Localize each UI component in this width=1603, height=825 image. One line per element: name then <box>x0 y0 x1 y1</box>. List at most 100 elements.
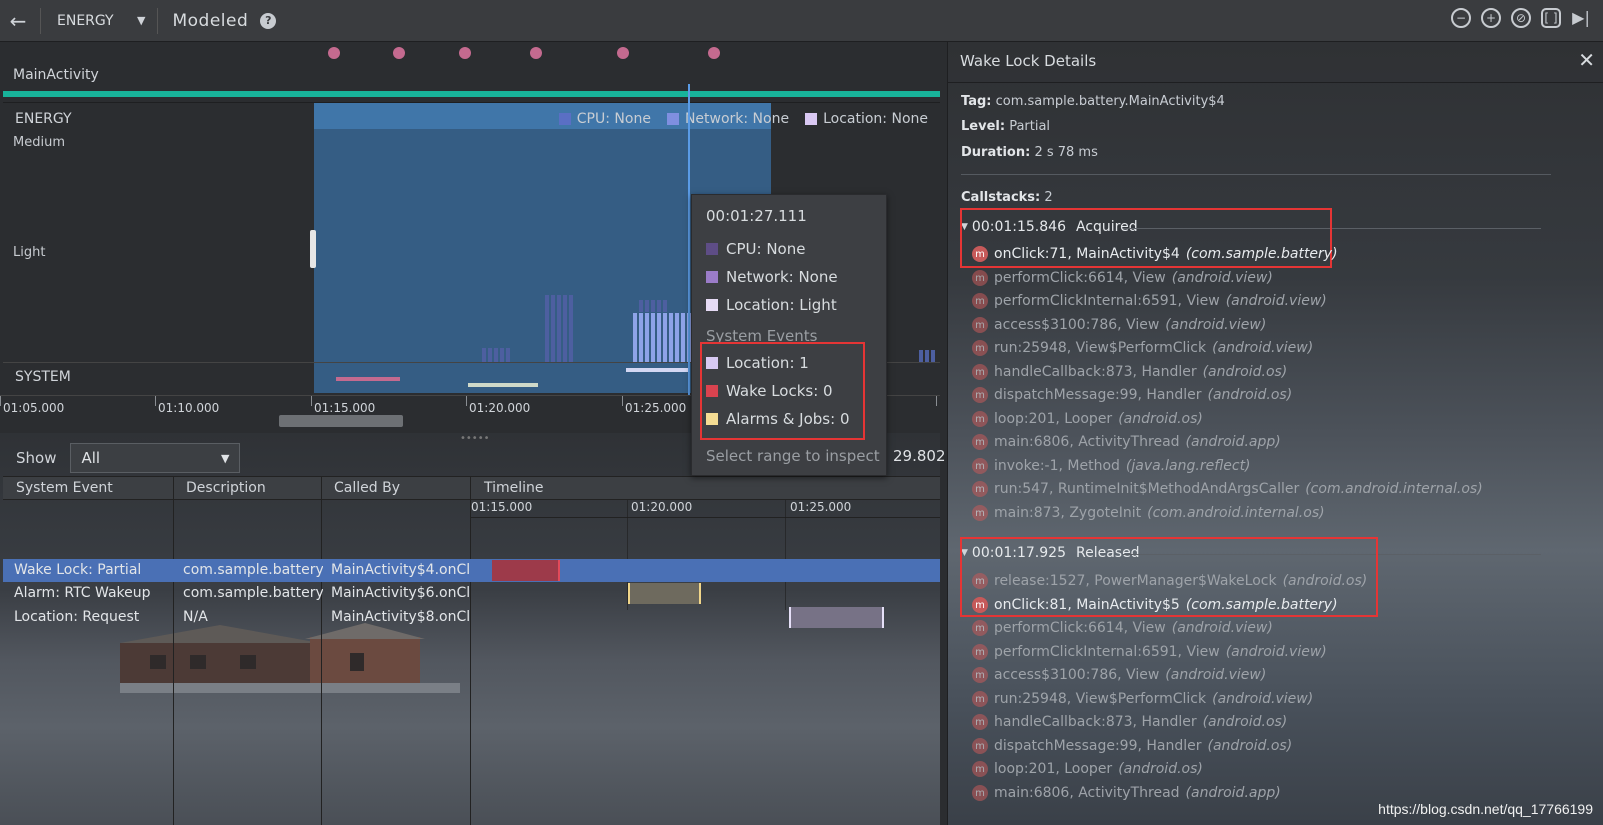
event-dot[interactable] <box>328 47 340 59</box>
method-icon: m <box>972 387 988 403</box>
stack-frame[interactable]: m main:6806, ActivityThread (android.app) <box>972 785 1281 801</box>
stack-frame[interactable]: m loop:201, Looper (android.os) <box>972 761 1203 777</box>
stack-frame[interactable]: m onClick:71, MainActivity$4 (com.sample.b… <box>972 246 1338 262</box>
stack-frame[interactable]: m performClick:6614, View (android.view) <box>972 620 1273 636</box>
event-dot[interactable] <box>708 47 720 59</box>
stack-frame[interactable]: m main:6806, ActivityThread (android.app) <box>972 434 1281 450</box>
column-header-called-by[interactable]: Called By <box>334 480 400 496</box>
help-icon[interactable]: ? <box>260 12 277 29</box>
range-end-time: 29.802 <box>893 447 945 465</box>
stack-frame[interactable]: m handleCallback:873, Handler (android.os) <box>972 714 1287 730</box>
stack-frame[interactable]: m run:547, RuntimeInit$MethodAndArgsCalle… <box>972 481 1483 497</box>
wakelock-duration-block[interactable] <box>492 560 560 581</box>
frame-package: (com.sample.battery) <box>1185 597 1338 613</box>
cell-called-by: MainActivity$4.onCl... <box>331 562 471 578</box>
column-divider[interactable] <box>321 476 322 825</box>
table-row[interactable]: Alarm: RTC Wakeup com.sample.battery Mai… <box>3 582 940 605</box>
duration-label: Duration: <box>961 145 1031 160</box>
energy-bar <box>663 300 667 312</box>
frame-method: performClickInternal:6591, View <box>994 644 1220 660</box>
wakelock-event-bar[interactable] <box>336 377 400 381</box>
event-dot[interactable] <box>393 47 405 59</box>
column-header-timeline[interactable]: Timeline <box>484 480 544 496</box>
horizontal-scrollbar[interactable] <box>279 415 403 427</box>
location-event-bar[interactable] <box>626 368 690 372</box>
selection-handle[interactable] <box>310 230 316 268</box>
tick-mark <box>622 396 623 406</box>
jump-to-live-icon[interactable]: ▶| <box>1571 8 1591 28</box>
stack-frame[interactable]: m loop:201, Looper (android.os) <box>972 411 1203 427</box>
stack-frame[interactable]: m main:873, ZygoteInit (com.android.intern… <box>972 505 1325 521</box>
level-label: Level: <box>961 119 1006 134</box>
column-divider[interactable] <box>470 476 471 825</box>
frame-package: (android.view) <box>1225 644 1327 660</box>
time-cursor <box>688 84 690 396</box>
stack-frame[interactable]: m access$3100:786, View (android.view) <box>972 667 1266 683</box>
column-header-description[interactable]: Description <box>186 480 266 496</box>
close-icon[interactable]: ✕ <box>1578 48 1595 72</box>
energy-bar <box>545 295 549 362</box>
energy-bar <box>657 300 661 312</box>
chevron-down-icon: ▼ <box>221 451 230 465</box>
frame-package: (android.os) <box>1207 738 1293 754</box>
method-icon: m <box>972 270 988 286</box>
zoom-to-selection-icon[interactable]: [ ] <box>1541 8 1561 28</box>
reset-zoom-icon[interactable]: ⊘ <box>1511 8 1531 28</box>
method-icon: m <box>972 293 988 309</box>
frame-package: (android.os) <box>1202 714 1288 730</box>
method-icon: m <box>972 317 988 333</box>
cell-called-by: MainActivity$8.onCl... <box>331 609 471 625</box>
show-filter-dropdown[interactable]: All ▼ <box>70 443 241 473</box>
alarm-event-bar[interactable] <box>468 383 538 387</box>
stack-frame[interactable]: m invoke:-1, Method (java.lang.reflect) <box>972 458 1251 474</box>
tooltip-footer: Select range to inspect <box>706 447 880 465</box>
frame-method: run:547, RuntimeInit$MethodAndArgsCaller <box>994 481 1300 497</box>
splitter-handle[interactable]: ••••• <box>460 433 490 444</box>
tick-mark <box>311 396 312 406</box>
stack-frame[interactable]: m performClick:6614, View (android.view) <box>972 270 1273 286</box>
cell-description: com.sample.battery.... <box>183 562 323 578</box>
tick-label: 01:20.000 <box>469 401 531 415</box>
frame-method: performClick:6614, View <box>994 620 1166 636</box>
stack-frame[interactable]: m performClickInternal:6591, View (android… <box>972 293 1327 309</box>
stack-frame[interactable]: m run:25948, View$PerformClick (android.vi… <box>972 691 1313 707</box>
stack-frame[interactable]: m performClickInternal:6591, View (android… <box>972 644 1327 660</box>
stack-frame[interactable]: m dispatchMessage:99, Handler (android.os) <box>972 387 1292 403</box>
profiler-selector[interactable]: ENERGY <box>57 13 137 29</box>
stack-frame[interactable]: m run:25948, View$PerformClick (android.vi… <box>972 340 1313 356</box>
activity-track: MainActivity <box>0 42 945 100</box>
event-dot[interactable] <box>530 47 542 59</box>
zoom-out-icon[interactable]: − <box>1451 8 1471 28</box>
method-icon: m <box>972 458 988 474</box>
axis-medium-label: Medium <box>13 135 65 150</box>
tick-mark <box>466 396 467 406</box>
cell-event: Alarm: RTC Wakeup <box>14 585 151 601</box>
frame-method: onClick:71, MainActivity$4 <box>994 246 1180 262</box>
event-dot[interactable] <box>459 47 471 59</box>
zoom-in-icon[interactable]: + <box>1481 8 1501 28</box>
tick-label: 01:05.000 <box>3 401 65 415</box>
frame-method: access$3100:786, View <box>994 317 1160 333</box>
system-label: SYSTEM <box>15 369 71 385</box>
level-field: Level: Partial <box>961 119 1050 134</box>
stack-frame[interactable]: m handleCallback:873, Handler (android.os) <box>972 364 1287 380</box>
energy-bar <box>675 313 679 362</box>
stack-frame[interactable]: m release:1527, PowerManager$WakeLock (and… <box>972 573 1367 589</box>
back-arrow-icon[interactable]: ← <box>0 0 36 42</box>
activity-bar[interactable] <box>3 91 940 97</box>
stack-frame[interactable]: m dispatchMessage:99, Handler (android.os) <box>972 738 1292 754</box>
stack-frame[interactable]: m access$3100:786, View (android.view) <box>972 317 1266 333</box>
table-row[interactable]: Wake Lock: Partial com.sample.battery...… <box>3 559 940 582</box>
location-duration-block[interactable] <box>789 607 884 628</box>
alarm-duration-block[interactable] <box>628 583 701 604</box>
stack-frame[interactable]: m onClick:81, MainActivity$5 (com.sample.b… <box>972 597 1338 613</box>
cell-called-by: MainActivity$6.onCl... <box>331 585 471 601</box>
column-divider[interactable] <box>173 476 174 825</box>
callstacks-field: Callstacks: 2 <box>961 190 1053 205</box>
table-row[interactable]: Location: Request N/A MainActivity$8.onC… <box>3 606 940 629</box>
event-dot[interactable] <box>617 47 629 59</box>
column-header-system-event[interactable]: System Event <box>16 480 113 496</box>
chevron-down-icon[interactable]: ▼ <box>137 14 145 27</box>
tick-label: 01:25.000 <box>625 401 687 415</box>
energy-bar <box>645 313 649 362</box>
